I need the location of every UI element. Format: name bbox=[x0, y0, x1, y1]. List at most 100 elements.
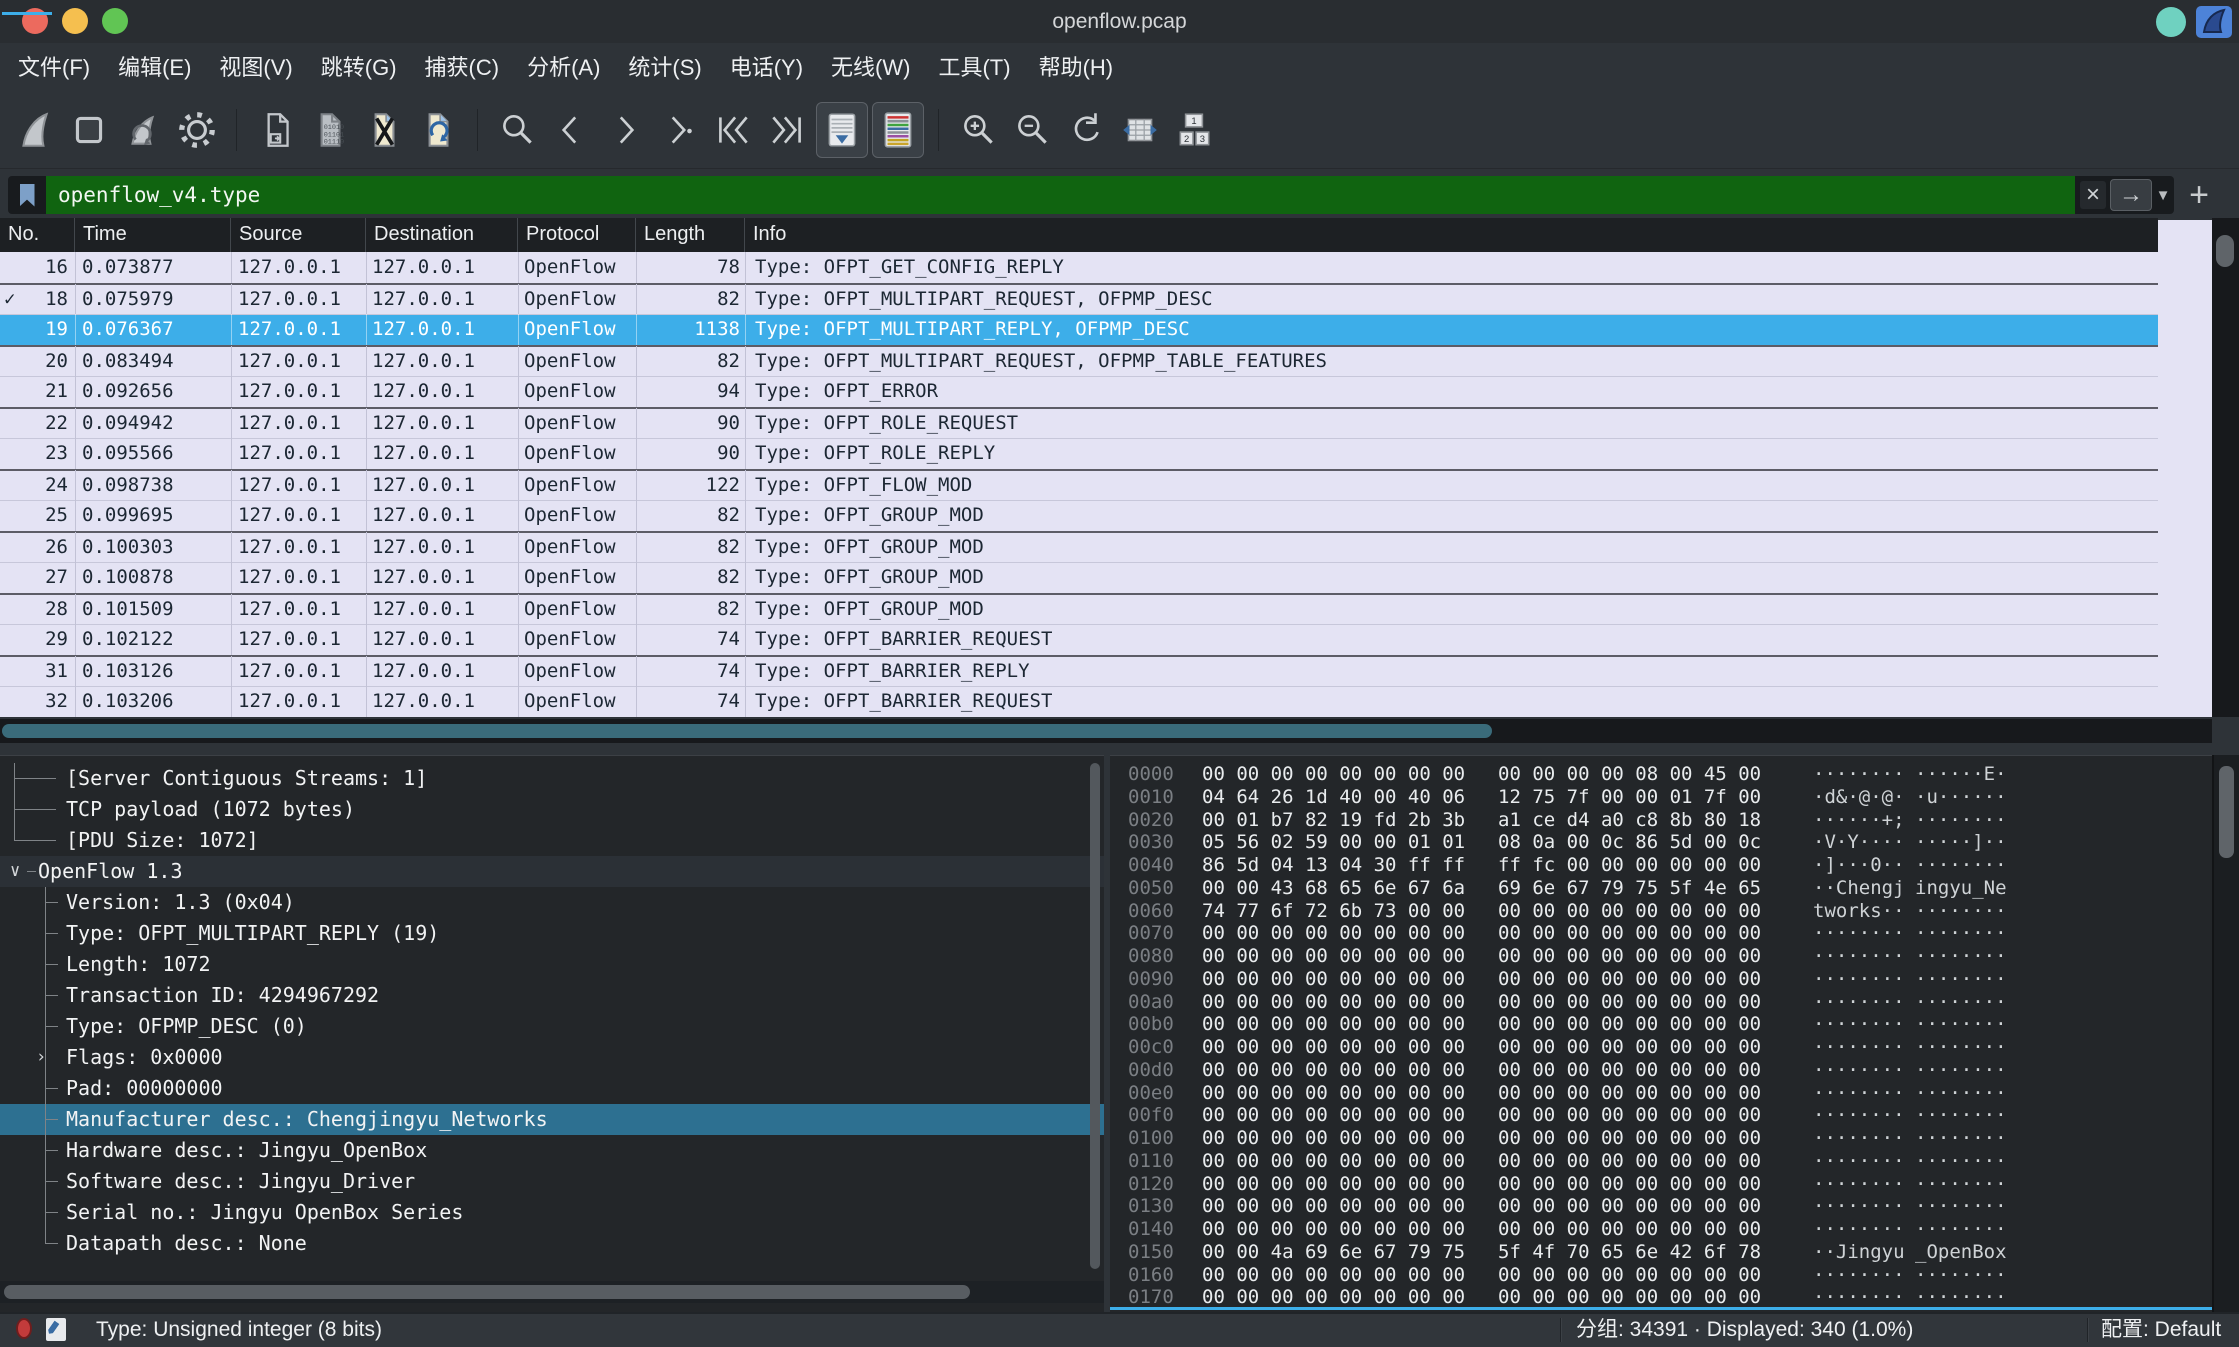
filter-dropdown-caret-icon[interactable]: ▼ bbox=[2152, 187, 2174, 204]
save-file-icon[interactable]: 010100110101110 bbox=[305, 103, 355, 157]
menu-item[interactable]: 编辑(E) bbox=[104, 43, 205, 92]
menu-item[interactable]: 视图(V) bbox=[205, 43, 306, 92]
open-file-icon[interactable] bbox=[251, 103, 301, 157]
packet-row[interactable]: 29 0.102122 127.0.0.1 127.0.0.1 OpenFlow… bbox=[0, 624, 2158, 655]
zoom-reset-icon[interactable] bbox=[1061, 103, 1111, 157]
column-header[interactable]: Source bbox=[231, 218, 366, 252]
packet-row[interactable]: 25 0.099695 127.0.0.1 127.0.0.1 OpenFlow… bbox=[0, 500, 2158, 531]
hex-row[interactable]: 0160 00 00 00 00 00 00 00 00 00 00 00 00… bbox=[1128, 1264, 2006, 1287]
packet-row[interactable]: 22 0.094942 127.0.0.1 127.0.0.1 OpenFlow… bbox=[0, 407, 2158, 438]
last-packet-icon[interactable] bbox=[762, 103, 812, 157]
layout-chooser-icon[interactable]: 123 bbox=[1169, 103, 1219, 157]
hex-row[interactable]: 0120 00 00 00 00 00 00 00 00 00 00 00 00… bbox=[1128, 1173, 2006, 1196]
hex-row[interactable]: 0100 00 00 00 00 00 00 00 00 00 00 00 00… bbox=[1128, 1127, 2006, 1150]
filter-add-button[interactable]: + bbox=[2184, 178, 2214, 212]
hex-row[interactable]: 00a0 00 00 00 00 00 00 00 00 00 00 00 00… bbox=[1128, 991, 2006, 1014]
column-header[interactable]: Info bbox=[745, 218, 2158, 252]
scrollbar-thumb[interactable] bbox=[2219, 766, 2234, 858]
menu-item[interactable]: 电话(Y) bbox=[716, 43, 817, 92]
restart-capture-icon[interactable] bbox=[118, 103, 168, 157]
scrollbar-thumb[interactable] bbox=[2, 724, 1492, 738]
detail-row[interactable]: Hardware desc.: Jingyu_OpenBox bbox=[0, 1135, 1104, 1166]
packet-row[interactable]: 19 0.076367 127.0.0.1 127.0.0.1 OpenFlow… bbox=[0, 314, 2158, 345]
filter-clear-button[interactable]: × bbox=[2080, 181, 2106, 209]
packet-row[interactable]: 31 0.103126 127.0.0.1 127.0.0.1 OpenFlow… bbox=[0, 655, 2158, 686]
column-header[interactable]: Protocol bbox=[518, 218, 636, 252]
menu-item[interactable]: 无线(W) bbox=[817, 43, 924, 92]
hex-row[interactable]: 0070 00 00 00 00 00 00 00 00 00 00 00 00… bbox=[1128, 922, 2006, 945]
detail-row[interactable]: Version: 1.3 (0x04) bbox=[0, 887, 1104, 918]
profile-text[interactable]: 配置: Default bbox=[2101, 1314, 2221, 1345]
detail-row[interactable]: TCP payload (1072 bytes) bbox=[0, 794, 1104, 825]
capture-comment-icon[interactable] bbox=[46, 1318, 66, 1341]
auto-scroll-toggle-icon[interactable] bbox=[816, 102, 868, 158]
packet-row[interactable]: 27 0.100878 127.0.0.1 127.0.0.1 OpenFlow… bbox=[0, 562, 2158, 593]
detail-row[interactable]: › Flags: 0x0000 bbox=[0, 1042, 1104, 1073]
hex-row[interactable]: 0050 00 00 43 68 65 6e 67 6a 69 6e 67 79… bbox=[1128, 877, 2006, 900]
packet-row[interactable]: 26 0.100303 127.0.0.1 127.0.0.1 OpenFlow… bbox=[0, 531, 2158, 562]
detail-row[interactable]: Length: 1072 bbox=[0, 949, 1104, 980]
packet-row[interactable]: 20 0.083494 127.0.0.1 127.0.0.1 OpenFlow… bbox=[0, 345, 2158, 376]
packet-row[interactable]: 24 0.098738 127.0.0.1 127.0.0.1 OpenFlow… bbox=[0, 469, 2158, 500]
hex-row[interactable]: 0170 00 00 00 00 00 00 00 00 00 00 00 00… bbox=[1128, 1286, 2006, 1309]
column-header[interactable]: Length bbox=[636, 218, 745, 252]
hex-vertical-scrollbar[interactable] bbox=[2214, 755, 2239, 1312]
detail-row[interactable]: Software desc.: Jingyu_Driver bbox=[0, 1166, 1104, 1197]
intelligent-scrollbar-minimap[interactable] bbox=[2158, 220, 2212, 717]
detail-vertical-scrollbar[interactable] bbox=[1090, 763, 1100, 1269]
hex-row[interactable]: 0150 00 00 4a 69 6e 67 79 75 5f 4f 70 65… bbox=[1128, 1241, 2006, 1264]
hex-row[interactable]: 0040 86 5d 04 13 04 30 ff ff ff fc 00 00… bbox=[1128, 854, 2006, 877]
hex-row[interactable]: 00e0 00 00 00 00 00 00 00 00 00 00 00 00… bbox=[1128, 1082, 2006, 1105]
detail-row[interactable]: Serial no.: Jingyu OpenBox Series bbox=[0, 1197, 1104, 1228]
first-packet-icon[interactable] bbox=[708, 103, 758, 157]
close-file-icon[interactable] bbox=[359, 103, 409, 157]
menu-item[interactable]: 工具(T) bbox=[924, 43, 1024, 92]
hex-row[interactable]: 00b0 00 00 00 00 00 00 00 00 00 00 00 00… bbox=[1128, 1013, 2006, 1036]
find-packet-icon[interactable] bbox=[492, 103, 542, 157]
packet-row[interactable]: 16 0.073877 127.0.0.1 127.0.0.1 OpenFlow… bbox=[0, 252, 2158, 283]
hex-row[interactable]: 00c0 00 00 00 00 00 00 00 00 00 00 00 00… bbox=[1128, 1036, 2006, 1059]
menu-item[interactable]: 文件(F) bbox=[4, 43, 104, 92]
colorize-toggle-icon[interactable] bbox=[872, 102, 924, 158]
hex-row[interactable]: 0030 05 56 02 59 00 00 01 01 08 0a 00 0c… bbox=[1128, 831, 2006, 854]
scrollbar-thumb[interactable] bbox=[4, 1285, 970, 1299]
menu-item[interactable]: 捕获(C) bbox=[411, 43, 514, 92]
menu-item[interactable]: 帮助(H) bbox=[1025, 43, 1128, 92]
expander-icon[interactable]: › bbox=[36, 1042, 46, 1073]
detail-row[interactable]: [PDU Size: 1072] bbox=[0, 825, 1104, 856]
hex-row[interactable]: 0080 00 00 00 00 00 00 00 00 00 00 00 00… bbox=[1128, 945, 2006, 968]
hex-row[interactable]: 0060 74 77 6f 72 6b 73 00 00 00 00 00 00… bbox=[1128, 900, 2006, 923]
detail-row[interactable]: Datapath desc.: None bbox=[0, 1228, 1104, 1259]
hex-row[interactable]: 0000 00 00 00 00 00 00 00 00 00 00 00 00… bbox=[1128, 763, 2006, 786]
hex-row[interactable]: 0110 00 00 00 00 00 00 00 00 00 00 00 00… bbox=[1128, 1150, 2006, 1173]
detail-row[interactable]: [Server Contiguous Streams: 1] bbox=[0, 763, 1104, 794]
zoom-out-icon[interactable] bbox=[1007, 103, 1057, 157]
display-filter-input[interactable] bbox=[46, 176, 2075, 214]
filter-bookmark-button[interactable] bbox=[8, 176, 46, 214]
go-to-packet-icon[interactable] bbox=[654, 103, 704, 157]
column-header[interactable]: Destination bbox=[366, 218, 518, 252]
expert-info-icon[interactable] bbox=[16, 1318, 32, 1339]
capture-options-gear-icon[interactable] bbox=[172, 103, 222, 157]
hex-row[interactable]: 00d0 00 00 00 00 00 00 00 00 00 00 00 00… bbox=[1128, 1059, 2006, 1082]
packet-row[interactable]: 28 0.101509 127.0.0.1 127.0.0.1 OpenFlow… bbox=[0, 593, 2158, 624]
menu-item[interactable]: 统计(S) bbox=[614, 43, 715, 92]
detail-row[interactable]: Manufacturer desc.: Chengjingyu_Networks bbox=[0, 1104, 1104, 1135]
packet-row[interactable]: 23 0.095566 127.0.0.1 127.0.0.1 OpenFlow… bbox=[0, 438, 2158, 469]
scrollbar-thumb[interactable] bbox=[2216, 235, 2234, 267]
start-capture-icon[interactable] bbox=[10, 103, 60, 157]
detail-row[interactable]: ∨ OpenFlow 1.3 bbox=[0, 856, 1104, 887]
filter-apply-button[interactable]: → bbox=[2110, 179, 2152, 211]
hex-row[interactable]: 0140 00 00 00 00 00 00 00 00 00 00 00 00… bbox=[1128, 1218, 2006, 1241]
detail-row[interactable]: Type: OFPMP_DESC (0) bbox=[0, 1011, 1104, 1042]
packet-row[interactable]: 21 0.092656 127.0.0.1 127.0.0.1 OpenFlow… bbox=[0, 376, 2158, 407]
previous-packet-icon[interactable] bbox=[546, 103, 596, 157]
reload-file-icon[interactable] bbox=[413, 103, 463, 157]
column-header[interactable]: No. bbox=[0, 218, 75, 252]
menu-item[interactable]: 跳转(G) bbox=[307, 43, 411, 92]
packet-row[interactable]: 32 0.103206 127.0.0.1 127.0.0.1 OpenFlow… bbox=[0, 686, 2158, 717]
hex-row[interactable]: 0010 04 64 26 1d 40 00 40 06 12 75 7f 00… bbox=[1128, 786, 2006, 809]
packet-row[interactable]: ✓ 18 0.075979 127.0.0.1 127.0.0.1 OpenFl… bbox=[0, 283, 2158, 314]
hex-row[interactable]: 0130 00 00 00 00 00 00 00 00 00 00 00 00… bbox=[1128, 1195, 2006, 1218]
detail-row[interactable]: Type: OFPT_MULTIPART_REPLY (19) bbox=[0, 918, 1104, 949]
